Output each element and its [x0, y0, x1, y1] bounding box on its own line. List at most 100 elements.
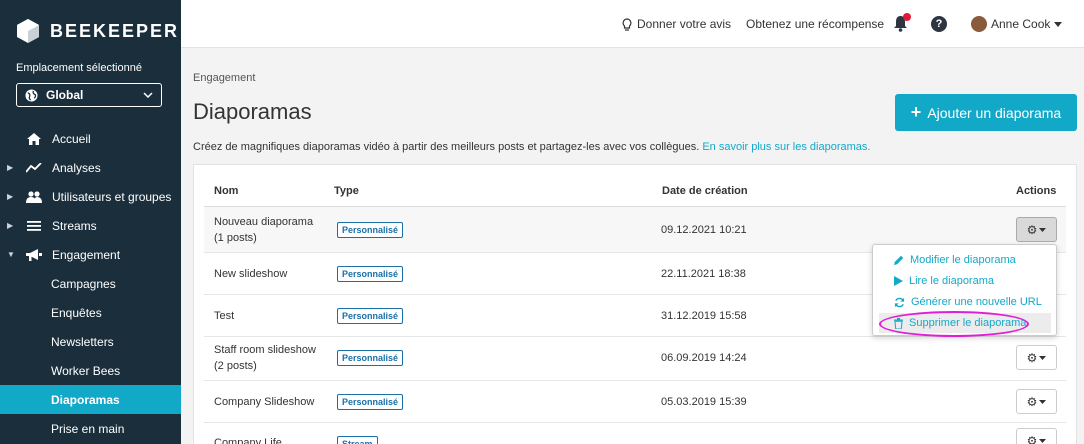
type-badge: Personnalisé: [337, 308, 404, 324]
row-actions-button[interactable]: ⚙: [1016, 217, 1057, 242]
sidebar-item-streams[interactable]: ▶ Streams: [0, 211, 181, 240]
location-select[interactable]: Global: [16, 83, 162, 107]
description-text: Créez de magnifiques diaporamas vidéo à …: [193, 141, 700, 153]
type-badge: Stream: [337, 436, 378, 444]
row-title: Test: [214, 310, 235, 322]
caret-right-icon: ▶: [7, 163, 14, 172]
home-icon: [27, 132, 41, 145]
column-header-name: Nom: [214, 185, 239, 197]
user-name: Anne Cook: [991, 17, 1051, 31]
row-date: 31.12.2019 15:58: [661, 310, 747, 322]
list-icon: [27, 220, 41, 231]
sidebar-item-label: Analyses: [52, 160, 101, 175]
sidebar-item-label: Diaporamas: [51, 392, 120, 407]
row-title: Company Slideshow: [214, 396, 315, 408]
type-badge: Personnalisé: [337, 222, 404, 238]
generate-url-menu-item[interactable]: Générer une nouvelle URL: [874, 292, 1055, 312]
page-title: Diaporamas: [193, 99, 312, 124]
notifications-button[interactable]: [893, 13, 911, 35]
beekeeper-logo-icon: [17, 19, 39, 43]
sidebar-item-diaporamas[interactable]: Diaporamas: [0, 385, 181, 414]
row-actions-button[interactable]: ⚙: [1016, 389, 1057, 414]
row-title: Staff room slideshow: [214, 344, 316, 356]
brand-name: BEEKEEPER: [50, 20, 180, 41]
type-badge: Personnalisé: [337, 266, 404, 282]
sidebar-item-analyses[interactable]: ▶ Analyses: [0, 153, 181, 182]
caret-down-icon: [1039, 438, 1047, 443]
add-slideshow-button[interactable]: + Ajouter un diaporama: [895, 94, 1077, 131]
edit-slideshow-menu-item[interactable]: Modifier le diaporama: [874, 250, 1055, 270]
row-date: 22.11.2021 18:38: [661, 268, 746, 280]
sidebar-item-label: Newsletters: [51, 334, 114, 349]
row-subtitle: (1 posts): [214, 232, 257, 244]
sidebar-item-accueil[interactable]: Accueil: [0, 124, 181, 153]
gear-icon: ⚙: [1026, 350, 1038, 365]
megaphone-icon: [26, 248, 42, 261]
sidebar-item-enquetes[interactable]: Enquêtes: [0, 298, 181, 327]
sidebar-item-engagement[interactable]: ▼ Engagement: [0, 240, 181, 269]
row-name: Nouveau diaporama (1 posts): [214, 214, 313, 246]
row-name: Staff room slideshow (2 posts): [214, 342, 316, 374]
caret-right-icon: ▶: [7, 221, 14, 230]
row-date: 05.03.2019 15:39: [661, 396, 747, 408]
row-actions-button[interactable]: ⚙: [1016, 345, 1057, 370]
sidebar-item-label: Worker Bees: [51, 363, 121, 378]
sidebar-item-worker-bees[interactable]: Worker Bees: [0, 356, 181, 385]
sidebar-item-label: Accueil: [52, 131, 91, 146]
learn-more-link[interactable]: En savoir plus sur les diaporamas.: [702, 141, 870, 153]
help-icon[interactable]: ?: [931, 16, 947, 32]
table-row[interactable]: Company Life Stream ⚙: [204, 423, 1066, 444]
location-label: Emplacement sélectionné: [16, 62, 142, 74]
sidebar-item-users-groups[interactable]: ▶ Utilisateurs et groupes: [0, 182, 181, 211]
sidebar-item-label: Engagement: [52, 247, 121, 262]
notification-dot: [903, 13, 911, 21]
caret-down-icon: [1054, 21, 1063, 27]
table-row[interactable]: Company Slideshow Personnalisé 05.03.201…: [204, 381, 1066, 423]
sidebar-item-label: Campagnes: [51, 276, 116, 291]
sidebar: BEEKEEPER Emplacement sélectionné Global…: [0, 0, 181, 444]
location-value: Global: [46, 88, 84, 102]
reward-link[interactable]: Obtenez une récompense: [746, 17, 884, 31]
column-header-date: Date de création: [662, 185, 748, 197]
chart-line-icon: [26, 162, 42, 173]
menu-item-label: Générer une nouvelle URL: [911, 296, 1042, 308]
add-slideshow-label: Ajouter un diaporama: [927, 104, 1062, 121]
sidebar-item-label: Prise en main: [51, 421, 125, 436]
delete-slideshow-menu-item[interactable]: Supprimer le diaporama: [879, 313, 1051, 333]
gear-icon: ⚙: [1026, 433, 1038, 444]
pencil-icon: [894, 255, 904, 265]
row-date: 09.12.2021 10:21: [661, 224, 747, 236]
lightbulb-icon: [622, 17, 632, 31]
caret-down-icon: [1039, 399, 1047, 404]
globe-icon: [25, 88, 38, 102]
column-header-type: Type: [334, 185, 359, 197]
gear-icon: ⚙: [1026, 394, 1038, 409]
users-icon: [26, 190, 42, 203]
page-description: Créez de magnifiques diaporamas vidéo à …: [193, 141, 870, 153]
table-row[interactable]: Staff room slideshow (2 posts) Personnal…: [204, 337, 1066, 381]
sidebar-item-campagnes[interactable]: Campagnes: [0, 269, 181, 298]
row-title: New slideshow: [214, 268, 288, 280]
menu-item-label: Supprimer le diaporama: [909, 317, 1027, 329]
caret-right-icon: ▶: [7, 192, 14, 201]
trash-icon: [894, 317, 903, 329]
sidebar-item-newsletters[interactable]: Newsletters: [0, 327, 181, 356]
user-menu[interactable]: Anne Cook: [971, 16, 1063, 32]
top-bar: Donner votre avis Obtenez une récompense…: [181, 0, 1084, 48]
plus-icon: +: [910, 102, 922, 122]
row-subtitle: (2 posts): [214, 360, 257, 372]
column-header-actions: Actions: [1016, 185, 1057, 197]
row-actions-button[interactable]: ⚙: [1016, 428, 1057, 444]
play-slideshow-menu-item[interactable]: Lire le diaporama: [874, 271, 1055, 291]
breadcrumb[interactable]: Engagement: [193, 72, 255, 84]
play-icon: [894, 276, 903, 286]
feedback-link[interactable]: Donner votre avis: [622, 17, 731, 31]
type-badge: Personnalisé: [337, 350, 404, 366]
feedback-label: Donner votre avis: [637, 17, 732, 31]
sidebar-item-prise-en-main[interactable]: Prise en main: [0, 414, 181, 443]
row-title: Nouveau diaporama: [214, 216, 314, 228]
reward-label: Obtenez une récompense: [746, 17, 885, 31]
logo[interactable]: BEEKEEPER: [16, 18, 179, 44]
row-title: Company Life: [214, 437, 282, 444]
gear-icon: ⚙: [1026, 222, 1038, 237]
